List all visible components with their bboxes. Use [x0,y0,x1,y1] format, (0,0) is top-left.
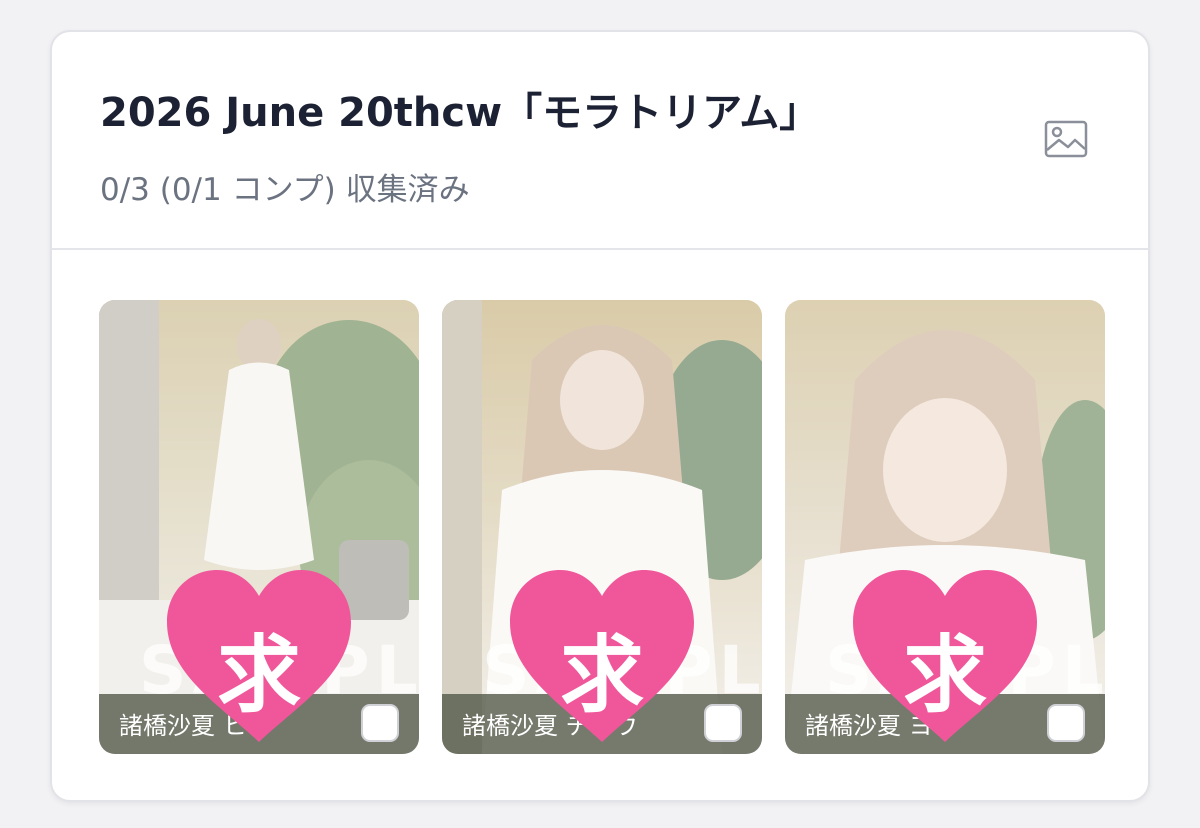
collection-header: 2026 June 20thcw「モラトリアム」 0/3 (0/1 コンプ) 収… [52,32,1148,250]
collect-checkbox[interactable] [1047,704,1085,742]
wanted-label: 求 [559,626,644,724]
image-icon[interactable] [1044,120,1088,158]
collect-checkbox[interactable] [361,704,399,742]
wanted-label: 求 [902,626,987,724]
wanted-heart-badge: 求 [847,566,1043,746]
photo-card[interactable]: SAMPLE 諸橋沙夏 ヨリ 求 [785,300,1105,754]
photo-card[interactable]: SAMPLE 諸橋沙夏 チュウ 求 [442,300,762,754]
collection-title: 2026 June 20thcw「モラトリアム」 [100,90,820,136]
collection-card: 2026 June 20thcw「モラトリアム」 0/3 (0/1 コンプ) 収… [50,30,1150,802]
wanted-label: 求 [216,626,301,724]
photo-card[interactable]: SAMPLE 諸橋沙夏 ヒキ 求 [99,300,419,754]
collection-progress: 0/3 (0/1 コンプ) 収集済み [100,172,470,208]
wanted-heart-badge: 求 [504,566,700,746]
wanted-heart-badge: 求 [161,566,357,746]
collect-checkbox[interactable] [704,704,742,742]
